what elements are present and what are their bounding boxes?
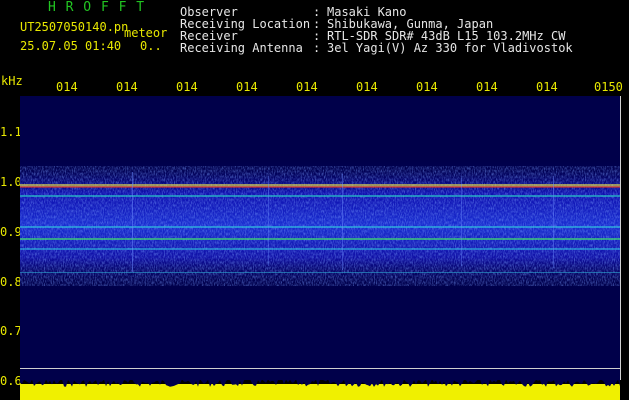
signal-line — [20, 238, 620, 240]
signal-line — [20, 248, 620, 250]
meteor-count: 0.. — [140, 39, 162, 53]
time-tick: 014 — [416, 80, 438, 94]
time-tick: 014 — [236, 80, 258, 94]
signal-line — [20, 195, 620, 197]
spectrogram-signal — [20, 160, 620, 369]
freq-tick-label: 0.8 — [0, 275, 22, 289]
freq-tick-label: 1.0 — [0, 175, 22, 189]
meteor-streak — [553, 176, 554, 268]
time-tick: 014 — [356, 80, 378, 94]
file-name-suffix: meteor — [124, 26, 168, 40]
time-tick: 014 — [536, 80, 558, 94]
hrofft-window: H R O F F T UT2507050140.pn meteor 25.07… — [0, 0, 629, 400]
time-tick: 014 — [116, 80, 138, 94]
time-tick: 014 — [176, 80, 198, 94]
antenna-label: Receiving Antenna — [180, 41, 303, 55]
freq-tick-label: 0.7 — [0, 324, 22, 338]
amplitude-bar — [20, 376, 620, 400]
freq-tick-label: 0.6 — [0, 374, 22, 388]
time-tick: 014 — [56, 80, 78, 94]
meteor-streak — [342, 174, 343, 270]
signal-line — [20, 186, 620, 188]
signal-line — [20, 226, 620, 228]
freq-unit-label: kHz — [1, 74, 23, 88]
freq-tick-label: 1.1 — [0, 125, 22, 139]
freq-tick-label: 0.9 — [0, 225, 22, 239]
time-tick: 0150 — [594, 80, 623, 94]
app-title: H R O F F T — [48, 0, 146, 15]
signal-line — [20, 272, 620, 273]
time-tick: 014 — [296, 80, 318, 94]
datetime-label: 25.07.05 01:40 — [20, 39, 122, 53]
antenna-value: 3el Yagi(V) Az 330 for Vladivostok — [327, 41, 573, 55]
meteor-streak — [461, 178, 462, 266]
time-tick: 014 — [476, 80, 498, 94]
meteor-streak — [132, 172, 133, 272]
plot-right-border — [620, 96, 621, 380]
baseline-rule — [20, 368, 620, 369]
file-name: UT2507050140.pn — [20, 20, 129, 34]
colon: : — [313, 41, 321, 55]
meteor-streak — [268, 176, 269, 266]
